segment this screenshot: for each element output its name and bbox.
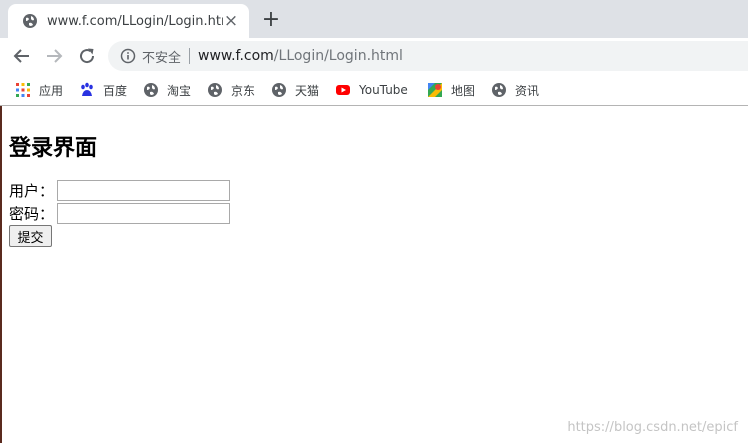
new-tab-button[interactable]: + <box>260 9 282 31</box>
page-title: 登录界面 <box>9 136 98 161</box>
url-text[interactable]: www.f.com/LLogin/Login.html <box>198 48 403 64</box>
reload-button[interactable] <box>76 45 98 67</box>
globe-icon <box>492 83 506 97</box>
apps-grid-icon <box>16 83 30 97</box>
close-tab-icon[interactable]: × <box>223 13 239 30</box>
omnibox-divider <box>189 48 191 64</box>
submit-button[interactable]: 提交 <box>9 225 52 247</box>
bookmark-label: 资讯 <box>515 83 540 98</box>
arrow-right-icon <box>47 49 63 63</box>
bookmark-youtube[interactable]: YouTube <box>335 80 408 100</box>
reload-icon <box>80 48 95 64</box>
bookmark-tmall[interactable]: 天猫 <box>271 80 319 100</box>
bookmark-label: 京东 <box>231 83 256 98</box>
forward-button[interactable] <box>43 45 65 67</box>
info-icon[interactable] <box>120 48 136 64</box>
bookmark-apps[interactable]: 应用 <box>15 80 63 100</box>
password-label: 密码： <box>9 204 55 223</box>
watermark: https://blog.csdn.net/epicf <box>567 420 738 435</box>
globe-icon <box>23 14 37 28</box>
bookmark-label: 应用 <box>39 83 64 98</box>
username-label: 用户： <box>9 181 55 200</box>
globe-icon <box>144 83 158 97</box>
security-status: 不安全 <box>142 50 182 66</box>
bookmark-news[interactable]: 资讯 <box>491 80 539 100</box>
arrow-left-icon <box>13 49 29 63</box>
youtube-icon <box>336 85 350 95</box>
globe-icon <box>208 83 222 97</box>
bookmark-label: 地图 <box>451 83 476 98</box>
password-input[interactable] <box>57 202 230 224</box>
bookmark-label: 天猫 <box>295 83 320 98</box>
url-path: /LLogin/Login.html <box>273 48 403 64</box>
bookmark-baidu[interactable]: 百度 <box>79 80 127 100</box>
bookmark-jd[interactable]: 京东 <box>207 80 255 100</box>
tab-strip: www.f.com/LLogin/Login.html × + <box>0 0 748 38</box>
username-input[interactable] <box>57 179 230 201</box>
url-host: www.f.com <box>198 48 274 64</box>
bookmark-label: 百度 <box>103 83 128 98</box>
back-button[interactable] <box>11 45 33 67</box>
bookmark-label: YouTube <box>359 83 408 97</box>
username-row: 用户： <box>9 179 230 201</box>
maps-pin-icon <box>428 83 442 97</box>
bookmark-taobao[interactable]: 淘宝 <box>143 80 191 100</box>
globe-icon <box>272 83 286 97</box>
password-row: 密码： <box>9 202 230 224</box>
baidu-paw-icon <box>81 82 93 96</box>
bookmark-label: 淘宝 <box>167 83 192 98</box>
page-content: 登录界面 用户： 密码： 提交 https://blog.csdn.net/ep… <box>0 106 748 443</box>
bookmarks-bar: 应用 百度 淘宝 京东 天猫 YouTube 地图 资讯 <box>0 74 748 106</box>
address-bar[interactable]: 不安全 www.f.com/LLogin/Login.html <box>108 41 748 71</box>
browser-toolbar: 不安全 www.f.com/LLogin/Login.html <box>0 38 748 74</box>
bookmark-maps[interactable]: 地图 <box>427 80 475 100</box>
browser-tab[interactable]: www.f.com/LLogin/Login.html × <box>8 4 249 38</box>
tab-title: www.f.com/LLogin/Login.html <box>47 13 223 29</box>
